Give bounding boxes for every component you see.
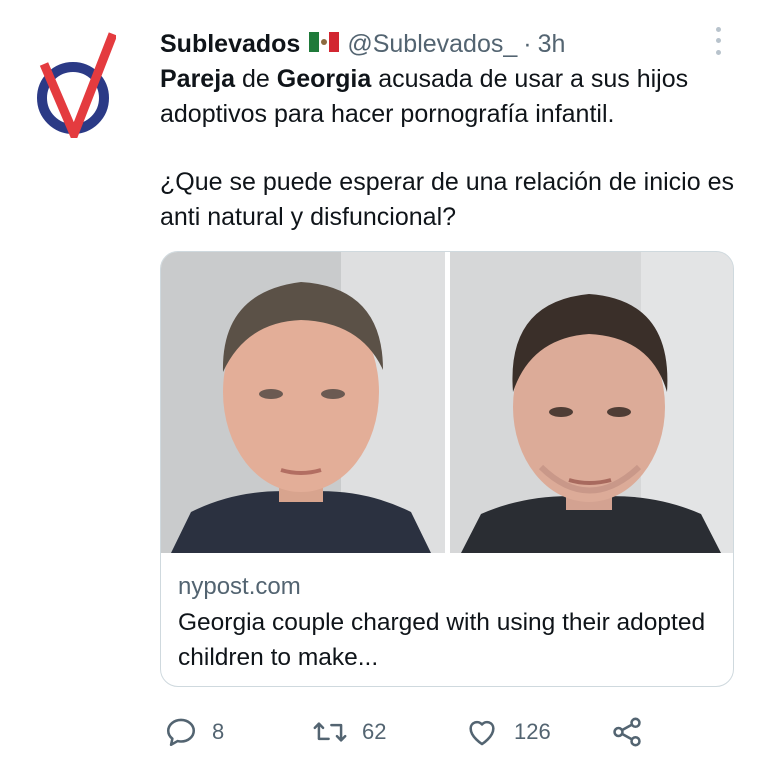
avatar[interactable] [30,30,118,146]
display-name[interactable]: Sublevados [160,30,300,59]
retweet-icon [313,722,347,742]
bold-word: Pareja [160,65,236,93]
tweet[interactable]: Sublevados @Sublevados_ · 3h Pareja de G… [0,0,760,765]
more-options-icon[interactable] [706,24,730,58]
retweet-button[interactable]: 62 [312,714,386,750]
mexico-flag-icon [309,30,340,59]
like-button[interactable]: 126 [464,714,551,750]
sublevados-logo-icon [37,32,118,146]
timestamp[interactable]: 3h [538,30,566,59]
reply-count: 8 [212,719,225,744]
separator-dot: · [523,29,532,58]
tweet-actions: 8 62 126 [160,714,740,750]
tweet-paragraph: Pareja de Georgia acusada de usar a sus … [160,62,740,131]
tweet-paragraph: ¿Que se puede esperar de una relación de… [160,168,734,231]
share-icon [613,717,641,747]
heart-icon [469,720,495,746]
card-title: Georgia couple charged with using their … [178,609,706,671]
bold-word: Georgia [276,65,372,93]
card-domain: nypost.com [178,573,301,600]
retweet-count: 62 [362,719,387,744]
tweet-text: Pareja de Georgia acusada de usar a sus … [160,62,740,234]
reply-button[interactable]: 8 [164,714,224,750]
link-card[interactable]: nypost.com Georgia couple charged with u… [160,251,734,687]
reply-icon [166,718,196,747]
mugshot-photos-image [161,252,733,553]
tweet-header: Sublevados @Sublevados_ · 3h [160,28,565,60]
card-image[interactable] [161,252,733,553]
like-count: 126 [514,719,551,744]
share-button[interactable] [610,714,644,750]
handle[interactable]: @Sublevados_ [347,30,517,59]
text-span: de [235,65,277,93]
